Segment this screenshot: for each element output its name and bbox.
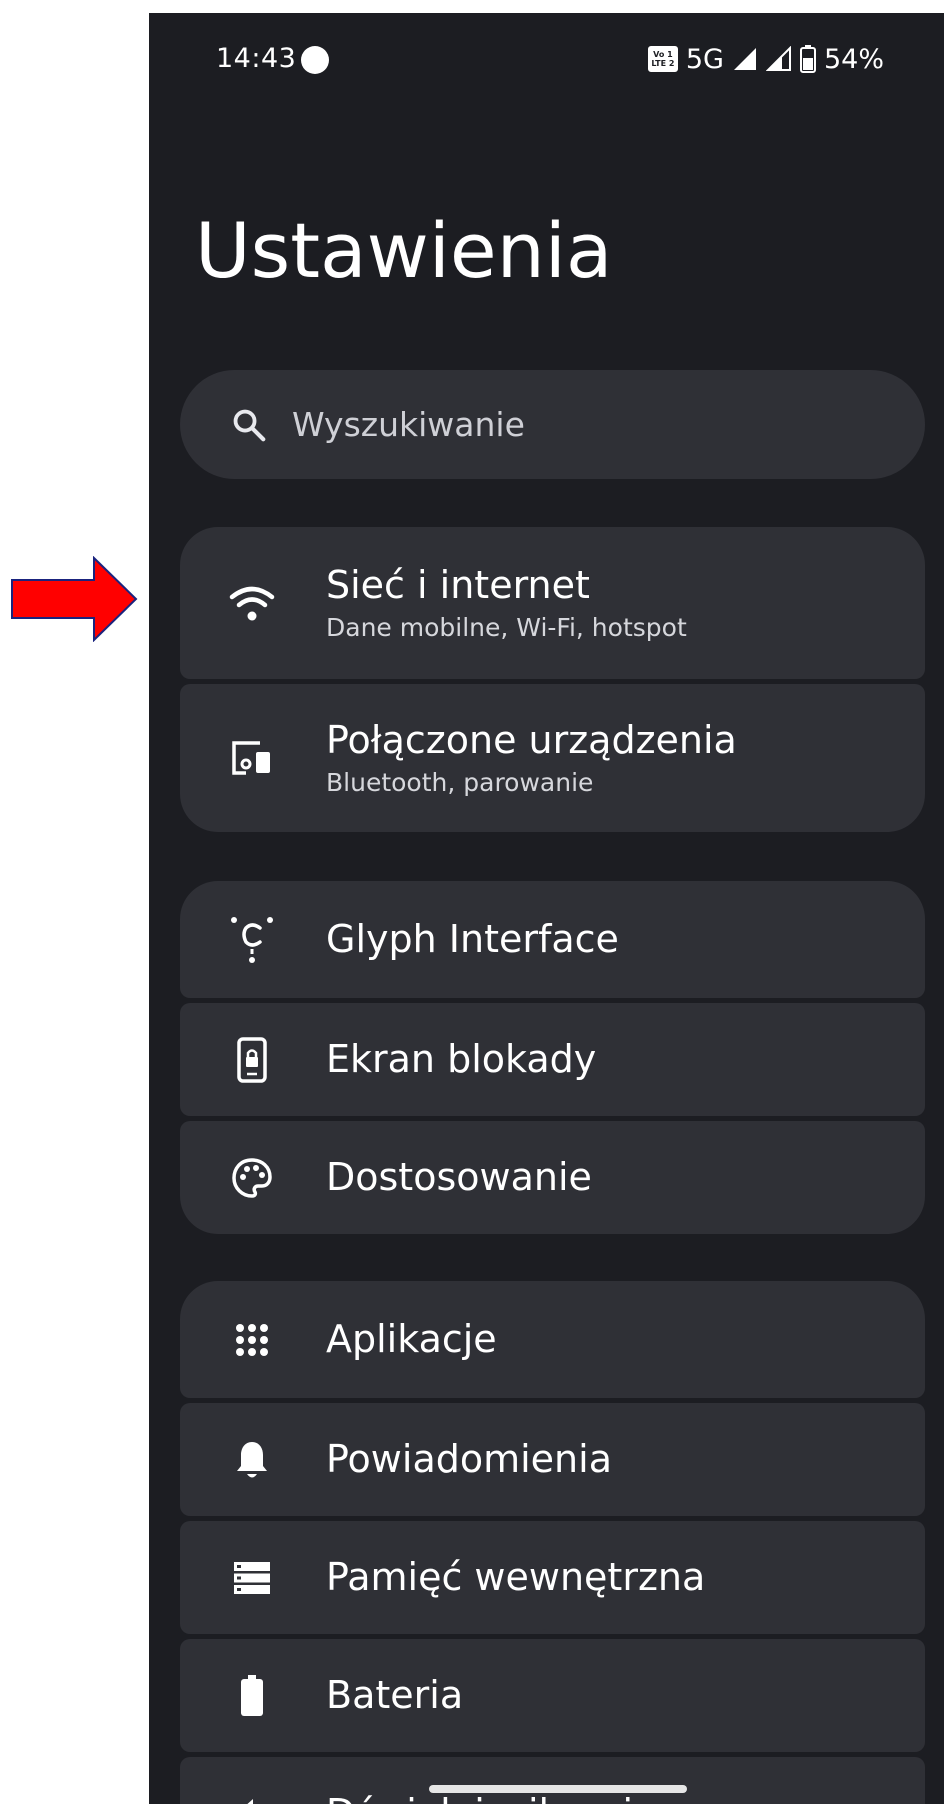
home-indicator[interactable] (429, 1785, 687, 1793)
settings-item-title: Glyph Interface (326, 916, 619, 961)
signal-icon (733, 48, 756, 70)
battery-icon (228, 1672, 276, 1720)
settings-item-title: Pamięć wewnętrzna (326, 1554, 706, 1599)
settings-item-title: Dostosowanie (326, 1154, 592, 1199)
settings-item-title: Sieć i internet (326, 562, 590, 607)
settings-item-glyph[interactable]: Glyph Interface (180, 881, 925, 998)
battery-level: 54% (823, 43, 884, 75)
settings-item-connected-devices[interactable]: Połączone urządzenia Bluetooth, parowani… (180, 684, 925, 832)
settings-group-system: Aplikacje Powiadomienia Pamięć wewnętrzn… (180, 1281, 925, 1804)
settings-item-title: Połączone urządzenia (326, 717, 737, 762)
settings-item-network[interactable]: Sieć i internet Dane mobilne, Wi-Fi, hot… (180, 527, 925, 679)
volte-icon: Vo 1 LTE 2 (647, 46, 678, 72)
settings-item-subtitle: Bluetooth, parowanie (326, 768, 594, 798)
settings-item-apps[interactable]: Aplikacje (180, 1281, 925, 1398)
settings-item-storage[interactable]: Pamięć wewnętrzna (180, 1521, 925, 1634)
settings-item-battery[interactable]: Bateria (180, 1639, 925, 1752)
settings-item-title: Dźwięk i wibracje (326, 1791, 656, 1804)
search-bar[interactable] (180, 370, 925, 479)
settings-item-customization[interactable]: Dostosowanie (180, 1121, 925, 1234)
volte-bottom-label: LTE 2 (651, 59, 675, 68)
search-icon (233, 409, 266, 441)
settings-item-title: Powiadomienia (326, 1436, 612, 1481)
lock-screen-icon (228, 1036, 276, 1084)
settings-item-lock-screen[interactable]: Ekran blokady (180, 1003, 925, 1116)
settings-group-connectivity: Sieć i internet Dane mobilne, Wi-Fi, hot… (180, 527, 925, 832)
status-icons: Vo 1 LTE 2 5G 54% (647, 43, 884, 75)
phone-screen: 14:43 Vo 1 LTE 2 5G 54% Ustawienia Wyszu… (149, 13, 944, 1804)
connected-devices-icon (228, 734, 276, 782)
glyph-icon (228, 916, 276, 964)
annotation-arrow-icon (11, 556, 138, 642)
bell-icon (228, 1436, 276, 1484)
storage-icon (228, 1554, 276, 1602)
notification-dot-icon (301, 46, 329, 74)
search-input[interactable] (290, 404, 854, 445)
settings-item-title: Ekran blokady (326, 1036, 597, 1081)
settings-item-sound[interactable]: Dźwięk i wibracje (180, 1757, 925, 1804)
network-type: 5G (685, 43, 724, 75)
settings-group-display: Glyph Interface Ekran blokady Dostosowan… (180, 881, 925, 1234)
settings-item-subtitle: Dane mobilne, Wi-Fi, hotspot (326, 613, 687, 643)
status-time: 14:43 (216, 43, 297, 74)
sound-icon (228, 1790, 276, 1804)
settings-item-title: Aplikacje (326, 1316, 497, 1361)
volte-top-label: Vo 1 (653, 50, 673, 59)
palette-icon (228, 1154, 276, 1202)
settings-item-notifications[interactable]: Powiadomienia (180, 1403, 925, 1516)
battery-status-icon (799, 45, 816, 73)
apps-grid-icon (228, 1316, 276, 1364)
page-title: Ustawienia (195, 206, 613, 295)
signal-2-icon (765, 46, 791, 71)
settings-item-title: Bateria (326, 1672, 464, 1717)
wifi-icon (228, 579, 276, 627)
status-bar: 14:43 Vo 1 LTE 2 5G 54% (149, 13, 944, 85)
